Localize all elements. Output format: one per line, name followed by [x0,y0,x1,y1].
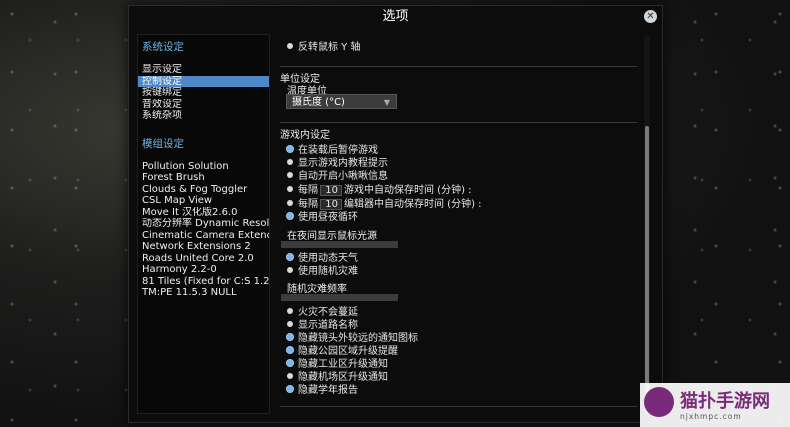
autosave-game-minutes-input[interactable]: 10 [320,185,342,196]
radio-icon [287,186,293,192]
radio-icon [287,254,293,260]
sidebar-item-mod[interactable]: 81 Tiles (Fixed for C:S 1.2+) [138,276,269,288]
option-hide-park-upgrade[interactable]: 隐藏公园区域升级提醒 [287,346,398,358]
radio-icon [287,200,293,206]
dialog-title: 选项 [382,9,409,24]
sidebar-item-mod[interactable]: Pollution Solution [138,161,269,173]
night-cursor-light-slider[interactable] [281,241,398,248]
content-scrollbar[interactable] [644,36,650,416]
watermark-logo-icon [644,387,674,417]
option-pause-on-load[interactable]: 在装载后暂停游戏 [287,145,378,157]
radio-icon [287,267,293,273]
option-day-night-cycle[interactable]: 使用昼夜循环 [287,212,358,224]
option-show-tutorial[interactable]: 显示游戏内教程提示 [287,158,388,170]
radio-icon [287,321,293,327]
chevron-down-icon: ▼ [383,98,390,107]
options-content: 反转鼠标 Y 轴 单位设定 温度单位 摄氏度 (°C) ▼ 游戏内设定 在装载后… [275,34,647,418]
option-hide-airport-upgrade[interactable]: 隐藏机场区升级通知 [287,372,388,384]
option-dynamic-weather[interactable]: 使用动态天气 [287,253,358,265]
radio-icon [287,347,293,353]
autosave-editor-minutes-input[interactable]: 10 [320,199,342,210]
sidebar-item-controls[interactable]: 控制设定 [138,75,269,87]
watermark-text: 猫扑手游网 [680,391,770,412]
radio-icon [287,146,293,152]
radio-icon [287,334,293,340]
option-hide-school-report[interactable]: 隐藏学年报告 [287,385,358,397]
sidebar-item-mod[interactable]: Forest Brush [138,172,269,184]
section-ingame-title: 游戏内设定 [280,130,330,141]
sidebar-item-keybindings[interactable]: 按键绑定 [138,87,269,99]
radio-icon [287,172,293,178]
sidebar-item-mod[interactable]: 动态分辨率 Dynamic Resoluti [138,218,269,230]
option-hide-far-notifications[interactable]: 隐藏镜头外较远的通知图标 [287,333,418,345]
radio-icon [287,360,293,366]
option-auto-chirper[interactable]: 自动开启小啾啾信息 [287,171,388,183]
sidebar-item-mod[interactable]: Cinematic Camera Extended [138,230,269,242]
option-autosave-game[interactable]: 每隔 10 游戏中自动保存时间 (分钟) : [287,185,472,197]
sidebar-item-mod[interactable]: Roads United Core 2.0 [138,253,269,265]
night-cursor-light-label: 在夜间显示鼠标光源 [287,231,377,242]
sidebar-item-mod[interactable]: Clouds & Fog Toggler [138,184,269,196]
scroll-thumb[interactable] [645,126,649,414]
options-dialog: 选项 ✕ 系统设定 显示设定 控制设定 按键绑定 音效设定 系统杂项 模组设定 … [128,5,663,423]
sidebar-item-mod[interactable]: CSL Map View [138,195,269,207]
disaster-frequency-label: 随机灾难频率 [287,284,347,295]
sidebar-item-misc[interactable]: 系统杂项 [138,110,269,122]
radio-icon [287,159,293,165]
watermark: 猫扑手游网 njxhmpc.com [640,383,790,427]
temp-unit-dropdown[interactable]: 摄氏度 (°C) ▼ [286,94,397,109]
radio-icon [287,213,293,219]
sidebar-item-audio[interactable]: 音效设定 [138,99,269,111]
option-show-road-names[interactable]: 显示道路名称 [287,320,358,332]
sidebar-group-system-title: 系统设定 [142,41,184,53]
sidebar-group-mods-title: 模组设定 [142,137,184,150]
divider [280,406,637,407]
watermark-url: njxhmpc.com [680,412,742,421]
sidebar-item-mod[interactable]: Harmony 2.2-0 [138,264,269,276]
sidebar-item-display[interactable]: 显示设定 [138,64,269,76]
radio-icon [287,308,293,314]
sidebar-item-mod[interactable]: Network Extensions 2 [138,241,269,253]
divider [280,66,637,67]
close-icon[interactable]: ✕ [644,10,657,23]
radio-icon [287,386,293,392]
radio-icon [287,373,293,379]
option-hide-industry-upgrade[interactable]: 隐藏工业区升级通知 [287,359,388,371]
sidebar-item-mod[interactable]: TM:PE 11.5.3 NULL [138,287,269,299]
radio-icon [287,43,293,49]
options-sidebar: 系统设定 显示设定 控制设定 按键绑定 音效设定 系统杂项 模组设定 Pollu… [137,34,270,414]
option-random-disasters[interactable]: 使用随机灾难 [287,266,358,278]
option-fire-no-spread[interactable]: 火灾不会蔓延 [287,307,358,319]
sidebar-item-mod[interactable]: Move It 汉化版2.6.0 [138,207,269,219]
disaster-frequency-slider[interactable] [281,294,398,301]
option-autosave-editor[interactable]: 每隔 10 编辑器中自动保存时间 (分钟) : [287,199,482,211]
divider [280,122,637,123]
option-invert-mouse-y[interactable]: 反转鼠标 Y 轴 [287,42,360,54]
